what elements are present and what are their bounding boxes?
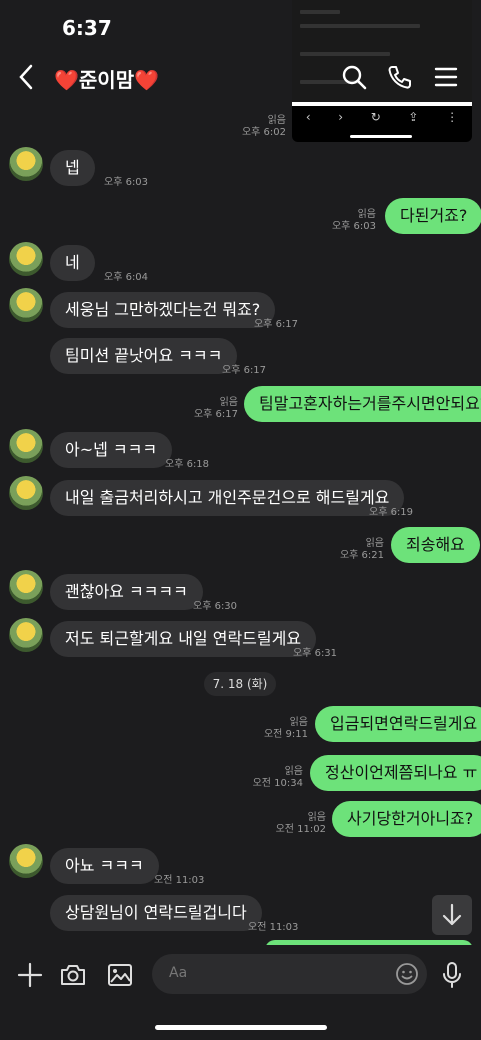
camera-icon[interactable] xyxy=(59,961,87,989)
status-time: 6:37 xyxy=(62,16,112,40)
message-input[interactable]: Aa xyxy=(152,954,427,994)
message-time: 오후 6:31 xyxy=(293,648,338,659)
input-bar: Aa xyxy=(0,945,481,1040)
message-time: 오후 6:17 xyxy=(222,365,267,376)
message-meta: 읽음 오후 6:17 xyxy=(193,397,238,420)
avatar[interactable] xyxy=(9,844,43,878)
outgoing-message[interactable]: 입금되면연락드릴게요 xyxy=(315,706,481,742)
outgoing-message[interactable]: 다된거죠? xyxy=(385,198,481,234)
incoming-message[interactable]: 세웅님 그만하겠다는건 뭐죠? xyxy=(50,292,276,328)
pip-forward-icon[interactable]: › xyxy=(338,110,343,124)
message-placeholder: Aa xyxy=(169,965,188,981)
outgoing-message[interactable]: 정산이언제쯤되나요 ㅠ xyxy=(310,755,481,791)
microphone-icon[interactable] xyxy=(438,961,466,989)
chat-header: ❤️준이맘❤️ xyxy=(0,56,481,102)
outgoing-message[interactable]: 사기당한거아니죠? xyxy=(332,801,481,837)
back-button[interactable] xyxy=(18,64,34,97)
avatar[interactable] xyxy=(9,476,43,510)
incoming-message[interactable]: 넵 xyxy=(50,150,95,186)
avatar[interactable] xyxy=(9,147,43,181)
avatar[interactable] xyxy=(9,288,43,322)
pip-handle[interactable] xyxy=(350,135,412,138)
message-time: 오전 11:03 xyxy=(154,875,205,886)
avatar[interactable] xyxy=(9,429,43,463)
incoming-message[interactable]: 내일 출금처리하시고 개인주문건으로 해드릴게요 xyxy=(50,480,405,516)
pip-share-icon[interactable]: ⇪ xyxy=(408,110,418,124)
message-time: 오후 6:04 xyxy=(104,272,149,283)
menu-icon[interactable] xyxy=(433,64,459,90)
avatar[interactable] xyxy=(9,570,43,604)
emoji-icon[interactable] xyxy=(395,962,419,986)
message-meta: 읽음 오전 10:34 xyxy=(252,766,303,789)
message-meta: 읽음 오후 6:21 xyxy=(339,538,384,561)
date-divider: 7. 18 (화) xyxy=(204,672,276,696)
incoming-message[interactable]: 저도 퇴근할게요 내일 연락드릴게요 xyxy=(50,621,317,657)
outgoing-message[interactable]: 죄송해요 xyxy=(391,527,480,563)
message-time: 오전 11:03 xyxy=(248,922,299,933)
phone-icon[interactable] xyxy=(387,64,413,90)
arrow-down-icon xyxy=(442,903,462,926)
incoming-message[interactable]: 아~넵 ㅋㅋㅋ xyxy=(50,432,173,468)
avatar[interactable] xyxy=(9,242,43,276)
scroll-to-bottom-button[interactable] xyxy=(432,895,472,935)
message-time: 오후 6:30 xyxy=(193,601,238,612)
chevron-left-icon xyxy=(19,64,33,90)
incoming-message[interactable]: 네 xyxy=(50,245,95,281)
pip-more-icon[interactable]: ⋮ xyxy=(446,110,458,124)
search-icon[interactable] xyxy=(341,64,367,90)
pip-back-icon[interactable]: ‹ xyxy=(306,110,311,124)
chat-title: ❤️준이맘❤️ xyxy=(54,68,160,92)
outgoing-message[interactable]: 팀말고혼자하는거를주시면안되요? xyxy=(244,386,481,422)
pip-controls: ‹ › ↻ ⇪ ⋮ xyxy=(292,106,472,128)
message-time: 오후 6:17 xyxy=(254,319,299,330)
avatar[interactable] xyxy=(9,618,43,652)
message-meta: 읽음 오전 9:11 xyxy=(263,717,308,740)
incoming-message[interactable]: 괜찮아요 ㅋㅋㅋㅋ xyxy=(50,574,203,610)
incoming-message[interactable]: 상담원님이 연락드릴겁니다 xyxy=(50,895,262,931)
message-time: 오후 6:19 xyxy=(369,507,414,518)
home-indicator[interactable] xyxy=(155,1025,327,1030)
message-time: 오후 6:03 xyxy=(104,177,149,188)
message-meta: 읽음 오후 6:03 xyxy=(331,209,376,232)
incoming-message[interactable]: 팀미션 끝낫어요 ㅋㅋㅋ xyxy=(50,338,238,374)
plus-icon[interactable] xyxy=(16,961,44,989)
incoming-message[interactable]: 아뇨 ㅋㅋㅋ xyxy=(50,848,159,884)
gallery-icon[interactable] xyxy=(106,961,134,989)
message-meta: 읽음 오전 11:02 xyxy=(275,812,326,835)
pip-reload-icon[interactable]: ↻ xyxy=(371,110,381,124)
message-meta: 읽음 오후 6:02 xyxy=(241,115,286,138)
message-time: 오후 6:18 xyxy=(165,459,210,470)
